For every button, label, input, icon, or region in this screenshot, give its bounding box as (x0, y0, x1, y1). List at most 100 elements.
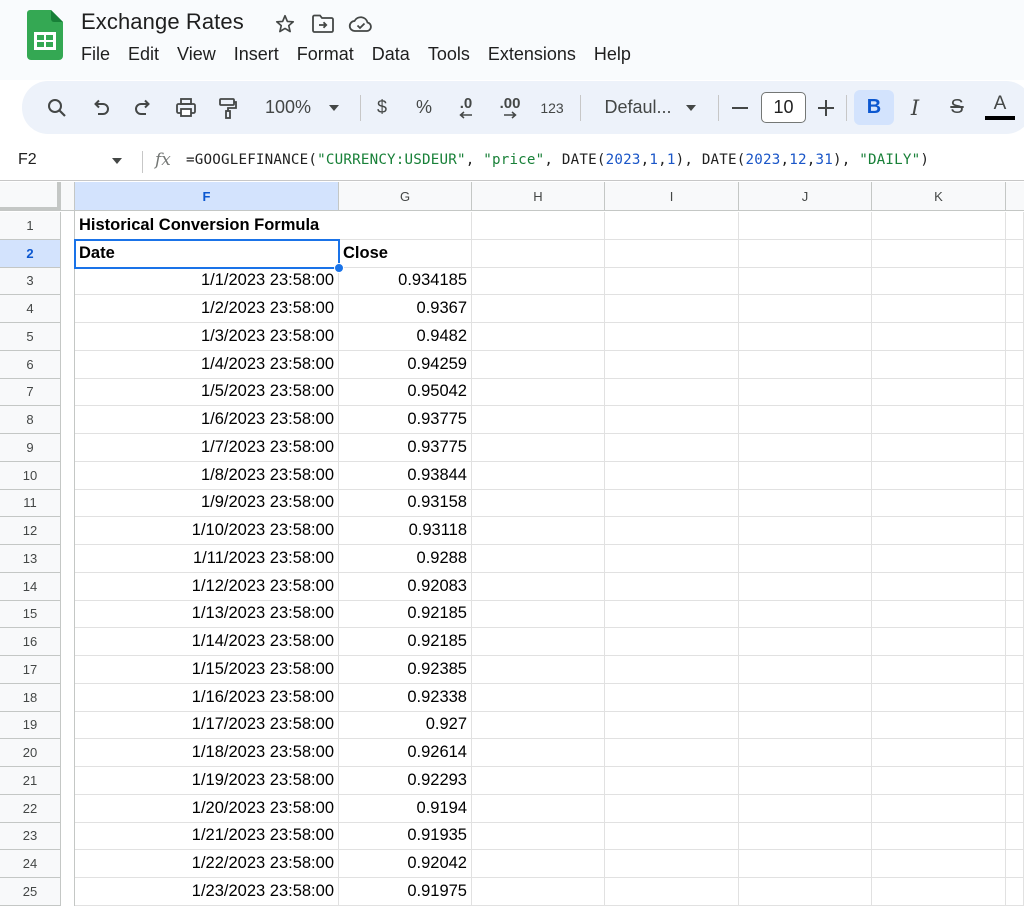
row-header[interactable]: 10 (0, 461, 61, 490)
table-cell[interactable] (739, 517, 872, 545)
table-cell[interactable] (472, 850, 605, 878)
table-cell[interactable] (605, 628, 739, 656)
table-cell[interactable] (739, 295, 872, 323)
zoom-select[interactable]: 100% (254, 81, 350, 134)
table-cell[interactable] (472, 767, 605, 795)
menu-edit[interactable]: Edit (119, 43, 168, 66)
table-cell[interactable] (605, 239, 739, 268)
table-cell[interactable]: 1/12/2023 23:58:00 (75, 572, 339, 601)
table-cell[interactable] (605, 822, 739, 851)
table-cell[interactable] (872, 656, 1006, 684)
table-cell[interactable]: Date (75, 239, 339, 268)
table-cell[interactable] (1006, 434, 1024, 462)
table-cell[interactable] (605, 489, 739, 518)
row-header[interactable]: 25 (0, 878, 61, 906)
table-cell[interactable] (605, 323, 739, 351)
table-cell[interactable]: 0.92185 (339, 628, 472, 656)
search-menus-icon[interactable] (42, 81, 72, 134)
sheets-logo-icon[interactable] (27, 10, 63, 60)
table-cell[interactable]: 1/1/2023 23:58:00 (75, 267, 339, 296)
table-cell[interactable] (1006, 767, 1024, 795)
table-cell[interactable] (472, 323, 605, 351)
table-cell[interactable] (872, 267, 1006, 296)
table-cell[interactable] (739, 600, 872, 629)
table-cell[interactable]: Close (339, 239, 472, 268)
table-cell[interactable]: 1/15/2023 23:58:00 (75, 656, 339, 684)
menu-help[interactable]: Help (585, 43, 640, 66)
table-cell[interactable]: 1/23/2023 23:58:00 (75, 878, 339, 906)
cloud-status-icon[interactable] (348, 11, 374, 37)
column-header-j[interactable]: J (739, 182, 872, 211)
menu-extensions[interactable]: Extensions (479, 43, 585, 66)
font-size-input[interactable]: 10 (761, 92, 806, 123)
table-cell[interactable] (1006, 683, 1024, 712)
table-cell[interactable]: 1/17/2023 23:58:00 (75, 711, 339, 740)
increase-decimal-button[interactable]: .00 (492, 81, 528, 134)
table-cell[interactable] (472, 822, 605, 851)
table-cell[interactable]: 0.92614 (339, 739, 472, 767)
table-cell[interactable] (872, 822, 1006, 851)
table-cell[interactable] (605, 656, 739, 684)
table-cell[interactable]: 0.9367 (339, 295, 472, 323)
table-cell[interactable] (472, 711, 605, 740)
table-cell[interactable] (1006, 600, 1024, 629)
table-cell[interactable] (872, 545, 1006, 573)
table-cell[interactable] (872, 489, 1006, 518)
row-header[interactable]: 24 (0, 850, 61, 878)
table-cell[interactable] (739, 267, 872, 296)
table-cell[interactable] (872, 600, 1006, 629)
table-cell[interactable] (739, 434, 872, 462)
table-cell[interactable]: 0.92293 (339, 767, 472, 795)
table-cell[interactable] (739, 350, 872, 379)
table-cell[interactable] (605, 267, 739, 296)
table-cell[interactable] (872, 683, 1006, 712)
table-cell[interactable] (1006, 517, 1024, 545)
menu-insert[interactable]: Insert (225, 43, 288, 66)
table-cell[interactable] (605, 434, 739, 462)
table-cell[interactable] (1006, 572, 1024, 601)
table-cell[interactable] (872, 572, 1006, 601)
table-cell[interactable] (605, 600, 739, 629)
table-cell[interactable]: 0.93775 (339, 406, 472, 434)
table-cell[interactable]: 1/9/2023 23:58:00 (75, 489, 339, 518)
table-cell[interactable] (739, 572, 872, 601)
row-header[interactable]: 3 (0, 267, 61, 296)
table-cell[interactable] (605, 572, 739, 601)
table-cell[interactable]: 1/11/2023 23:58:00 (75, 545, 339, 573)
table-cell[interactable]: 0.92385 (339, 656, 472, 684)
table-cell[interactable]: 1/7/2023 23:58:00 (75, 434, 339, 462)
table-cell[interactable] (872, 850, 1006, 878)
table-cell[interactable] (472, 600, 605, 629)
table-cell[interactable] (739, 739, 872, 767)
table-cell[interactable] (739, 461, 872, 490)
row-header[interactable]: 17 (0, 656, 61, 684)
table-cell[interactable] (472, 461, 605, 490)
table-cell[interactable] (739, 378, 872, 407)
table-cell[interactable] (1006, 739, 1024, 767)
row-header[interactable]: 16 (0, 628, 61, 656)
table-cell[interactable] (339, 212, 472, 240)
table-cell[interactable]: 0.92042 (339, 850, 472, 878)
decrease-decimal-button[interactable]: .0 (450, 81, 482, 134)
table-cell[interactable] (1006, 461, 1024, 490)
row-header[interactable]: 22 (0, 794, 61, 823)
table-cell[interactable] (739, 545, 872, 573)
table-cell[interactable]: 0.95042 (339, 378, 472, 407)
table-cell[interactable] (472, 434, 605, 462)
table-cell[interactable] (605, 517, 739, 545)
table-cell[interactable]: 1/18/2023 23:58:00 (75, 739, 339, 767)
table-cell[interactable] (872, 239, 1006, 268)
table-cell[interactable] (472, 878, 605, 906)
table-cell[interactable] (872, 461, 1006, 490)
table-cell[interactable] (872, 794, 1006, 823)
table-cell[interactable]: 1/16/2023 23:58:00 (75, 683, 339, 712)
table-cell[interactable]: 0.94259 (339, 350, 472, 379)
table-cell[interactable] (739, 878, 872, 906)
column-header-h[interactable]: H (472, 182, 605, 211)
table-cell[interactable] (472, 350, 605, 379)
table-cell[interactable] (739, 656, 872, 684)
table-cell[interactable] (872, 212, 1006, 240)
table-cell[interactable] (1006, 489, 1024, 518)
row-header[interactable]: 20 (0, 739, 61, 767)
table-cell[interactable] (472, 739, 605, 767)
